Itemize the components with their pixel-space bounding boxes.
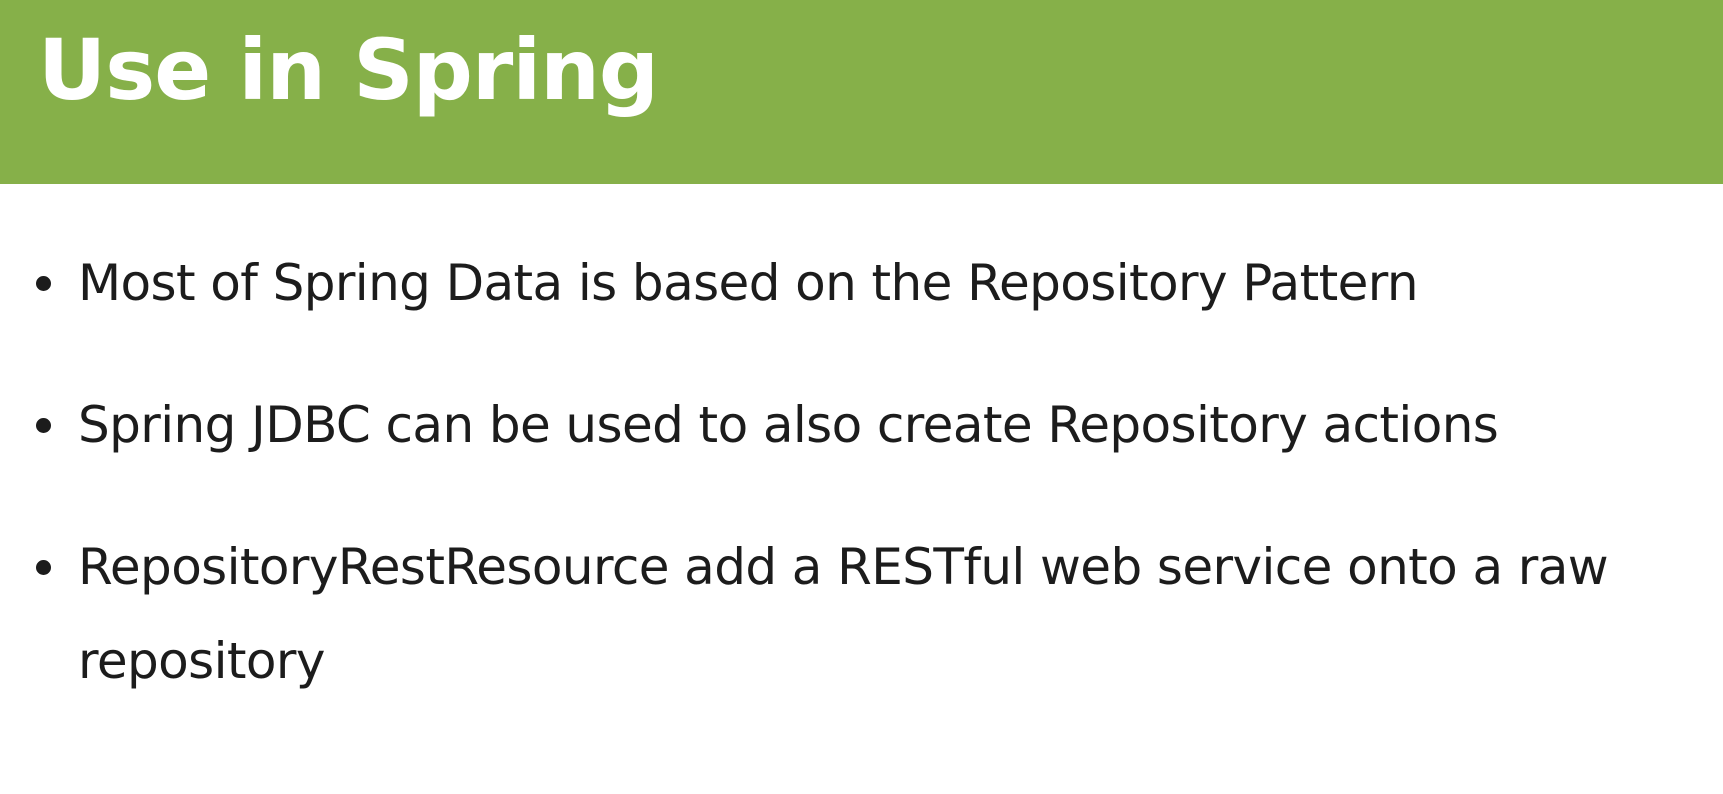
- title-bar: Use in Spring: [0, 0, 1723, 184]
- bullet-list: Most of Spring Data is based on the Repo…: [32, 236, 1652, 756]
- bullet-text: Most of Spring Data is based on the Repo…: [78, 254, 1419, 312]
- bullet-item: RepositoryRestResource add a RESTful web…: [32, 520, 1652, 708]
- bullet-dot-icon: [36, 276, 51, 291]
- slide-title: Use in Spring: [38, 21, 659, 119]
- slide: Use in Spring Most of Spring Data is bas…: [0, 0, 1723, 794]
- bullet-text: RepositoryRestResource add a RESTful web…: [78, 538, 1609, 690]
- bullet-dot-icon: [36, 418, 51, 433]
- bullet-dot-icon: [36, 560, 51, 575]
- bullet-item: Spring JDBC can be used to also create R…: [32, 378, 1652, 472]
- bullet-item: Most of Spring Data is based on the Repo…: [32, 236, 1652, 330]
- bullet-text: Spring JDBC can be used to also create R…: [78, 396, 1499, 454]
